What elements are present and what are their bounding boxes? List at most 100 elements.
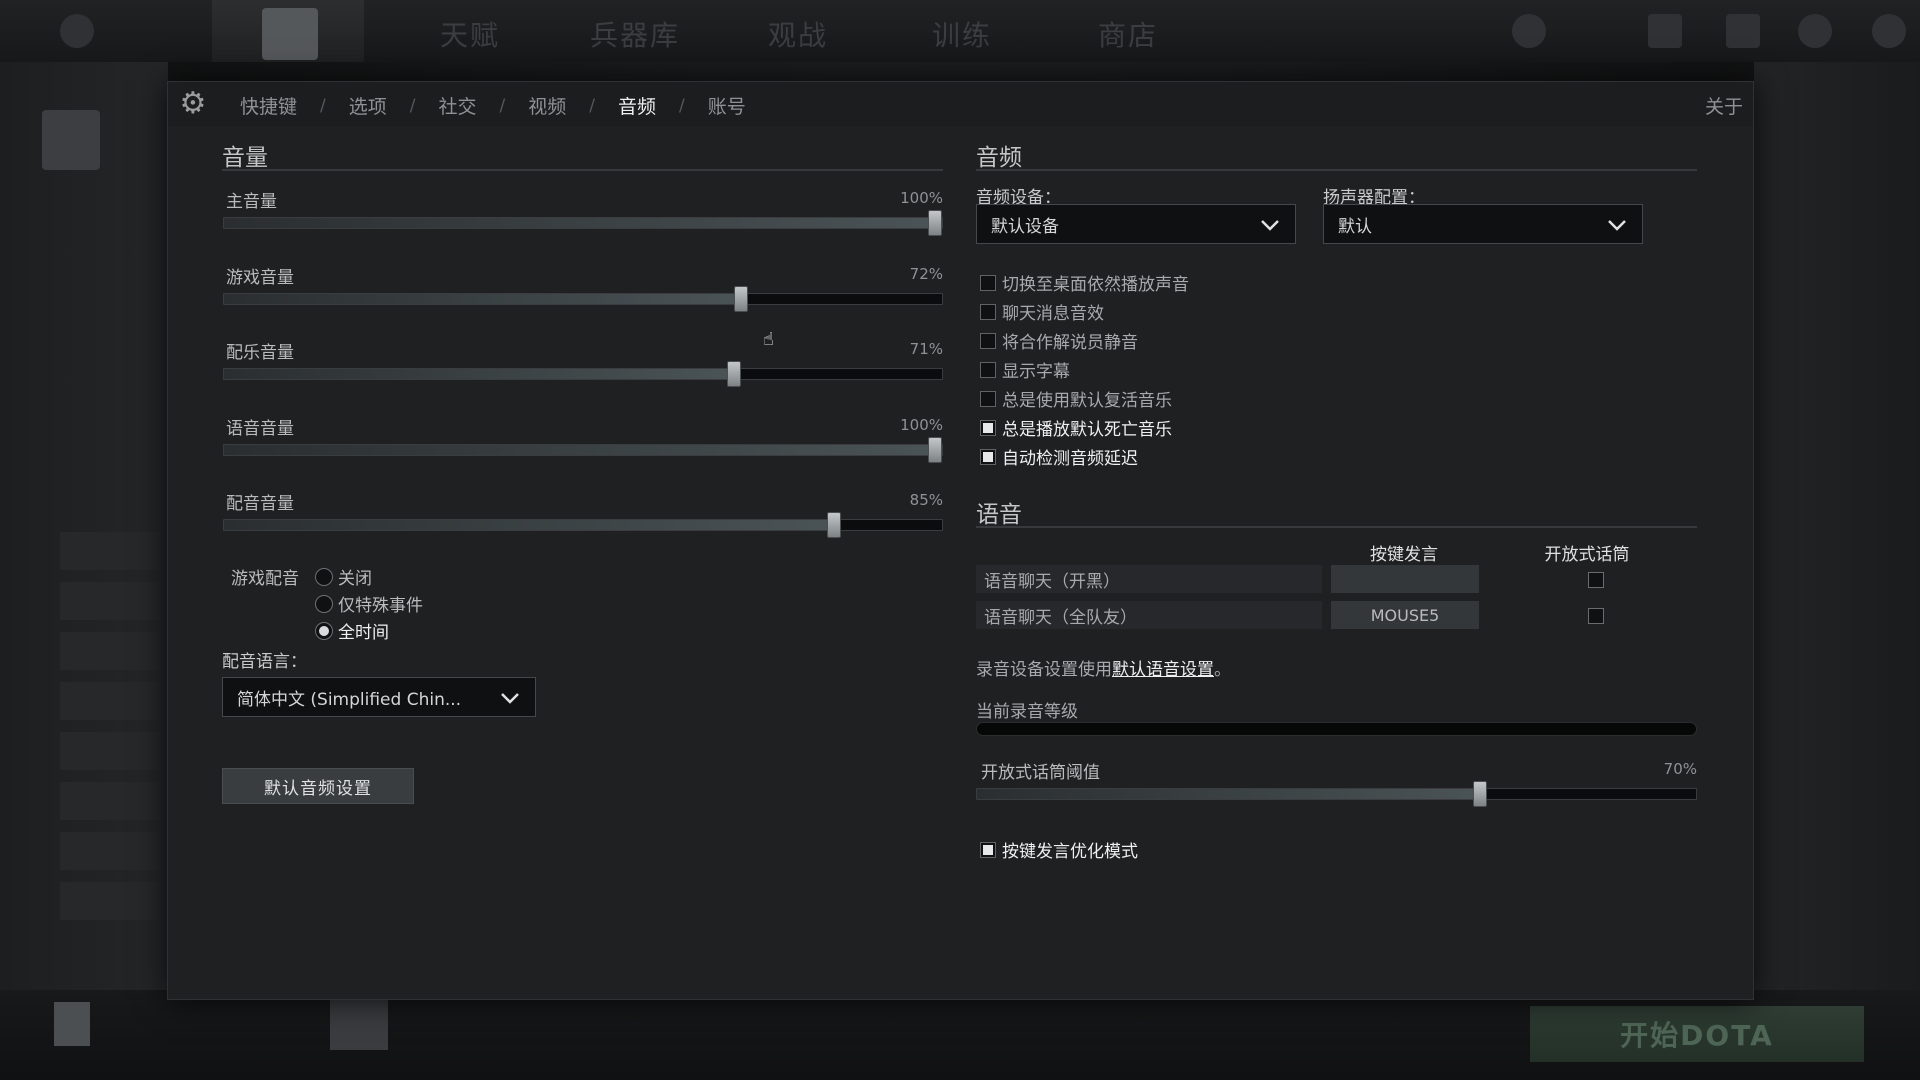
announcer-option-always[interactable]: 全时间 xyxy=(315,618,389,643)
slider-label: 开放式话筒阈值 xyxy=(981,763,1100,783)
tab-audio[interactable]: 音频 xyxy=(618,92,656,119)
recording-level-label: 当前录音等级 xyxy=(976,702,1078,722)
checkbox-play-in-background[interactable]: 切换至桌面依然播放声音 xyxy=(980,270,1189,295)
section-divider xyxy=(222,169,943,171)
checkbox-label: 按键发言优化模式 xyxy=(1002,842,1138,862)
home-button[interactable] xyxy=(212,0,364,62)
party-slot[interactable] xyxy=(54,1002,90,1046)
default-audio-settings-button[interactable]: 默认音频设置 xyxy=(222,768,414,804)
slider-thumb[interactable] xyxy=(928,437,942,463)
radio-button[interactable] xyxy=(315,621,333,640)
friend-row[interactable] xyxy=(60,532,160,570)
settings-icon[interactable] xyxy=(60,14,94,48)
profile-avatar[interactable] xyxy=(42,110,100,170)
tab-social[interactable]: 社交 xyxy=(439,92,477,119)
slider-fill xyxy=(224,218,942,228)
checkbox[interactable] xyxy=(980,274,996,291)
checkbox-default-respawn-music[interactable]: 总是使用默认复活音乐 xyxy=(980,386,1172,411)
power-icon[interactable] xyxy=(1872,14,1906,48)
checkbox-chat-sounds[interactable]: 聊天消息音效 xyxy=(980,299,1104,324)
friend-row[interactable] xyxy=(60,732,160,770)
slider-fill xyxy=(224,369,734,379)
audio-device-dropdown[interactable]: 默认设备 xyxy=(976,204,1296,244)
tab-options[interactable]: 选项 xyxy=(349,92,387,119)
party-avatar[interactable] xyxy=(330,998,388,1050)
play-dota-button[interactable]: 开始DOTA xyxy=(1530,1006,1864,1062)
tab-separator: / xyxy=(409,95,416,116)
radio-selected-dot xyxy=(319,625,329,636)
tab-hotkeys[interactable]: 快捷键 xyxy=(240,92,297,119)
slider-track[interactable] xyxy=(223,437,943,463)
about-link[interactable]: 关于 xyxy=(1705,92,1743,119)
announcer-language-dropdown[interactable]: 简体中文 (Simplified Chin... xyxy=(222,677,536,717)
mail-icon[interactable] xyxy=(1648,14,1682,48)
checkbox-mute-coop-caster[interactable]: 将合作解说员静音 xyxy=(980,328,1138,353)
radio-button[interactable] xyxy=(315,594,333,613)
friend-row[interactable] xyxy=(60,832,160,870)
friend-row[interactable] xyxy=(60,582,160,620)
nav-talent[interactable]: 天赋 xyxy=(440,14,500,54)
slider-track[interactable] xyxy=(223,512,943,538)
announcer-option-off[interactable]: 关闭 xyxy=(315,564,372,589)
slider-value: 85% xyxy=(909,491,943,509)
checkbox-auto-detect-latency[interactable]: 自动检测音频延迟 xyxy=(980,444,1138,469)
section-divider xyxy=(976,169,1697,171)
checkbox-default-death-music[interactable]: 总是播放默认死亡音乐 xyxy=(980,415,1172,440)
slider-track[interactable] xyxy=(223,210,943,236)
checkbox[interactable] xyxy=(980,448,996,465)
checkbox-label: 切换至桌面依然播放声音 xyxy=(1002,275,1189,295)
nav-store[interactable]: 商店 xyxy=(1098,14,1158,54)
slider-thumb[interactable] xyxy=(928,210,942,236)
options-icon[interactable] xyxy=(1798,14,1832,48)
slider-fill xyxy=(224,520,835,530)
shard-icon xyxy=(1512,14,1546,48)
speaker-config-dropdown[interactable]: 默认 xyxy=(1323,204,1643,244)
nav-watch[interactable]: 观战 xyxy=(768,14,828,54)
slider-thumb[interactable] xyxy=(1473,781,1488,807)
slider-track[interactable] xyxy=(223,361,943,387)
voice-party-keybind[interactable] xyxy=(1331,565,1479,593)
checkbox[interactable] xyxy=(980,361,996,378)
chevron-down-icon xyxy=(1261,220,1279,231)
slider-value: 70% xyxy=(1663,760,1697,778)
checkbox[interactable] xyxy=(980,419,996,436)
announcer-option-special[interactable]: 仅特殊事件 xyxy=(315,591,423,616)
friend-row[interactable] xyxy=(60,782,160,820)
voice-team-openmic-checkbox[interactable] xyxy=(1588,608,1604,624)
slider-label: 语音音量 xyxy=(226,419,294,439)
slider-fill xyxy=(224,294,741,304)
recording-level-meter xyxy=(976,722,1697,736)
slider-fill xyxy=(977,789,1481,799)
recording-device-note: 录音设备设置使用默认语音设置。 xyxy=(976,655,1231,680)
push-to-talk-header: 按键发言 xyxy=(1370,545,1438,565)
slider-thumb[interactable] xyxy=(733,286,748,312)
slider-track[interactable] xyxy=(976,781,1697,807)
checkbox-label: 显示字幕 xyxy=(1002,362,1070,382)
friend-row[interactable] xyxy=(60,632,160,670)
voice-team-keybind[interactable]: MOUSE5 xyxy=(1331,601,1479,629)
nav-learn[interactable]: 训练 xyxy=(932,14,992,54)
tab-video[interactable]: 视频 xyxy=(528,92,566,119)
checkbox-subtitles[interactable]: 显示字幕 xyxy=(980,357,1070,382)
radio-button[interactable] xyxy=(315,567,333,586)
dropdown-value: 默认 xyxy=(1338,216,1372,237)
tab-account[interactable]: 账号 xyxy=(708,92,746,119)
friend-row[interactable] xyxy=(60,682,160,720)
audio-section-title: 音频 xyxy=(976,145,1022,171)
slider-thumb[interactable] xyxy=(827,512,842,538)
slider-thumb[interactable] xyxy=(726,361,741,387)
checkbox[interactable] xyxy=(980,841,996,858)
stats-icon[interactable] xyxy=(1726,14,1760,48)
slider-track[interactable] xyxy=(223,286,943,312)
default-voice-settings-link[interactable]: 默认语音设置 xyxy=(1112,660,1214,680)
nav-armory[interactable]: 兵器库 xyxy=(590,14,680,54)
tab-separator: / xyxy=(589,95,595,116)
checkbox[interactable] xyxy=(980,303,996,320)
voice-party-openmic-checkbox[interactable] xyxy=(1588,572,1604,588)
checkbox[interactable] xyxy=(980,390,996,407)
checkbox[interactable] xyxy=(980,332,996,349)
tab-separator: / xyxy=(499,95,506,116)
tab-separator: / xyxy=(679,95,685,116)
friend-row[interactable] xyxy=(60,882,160,920)
checkbox-ptt-optimization[interactable]: 按键发言优化模式 xyxy=(980,837,1138,862)
